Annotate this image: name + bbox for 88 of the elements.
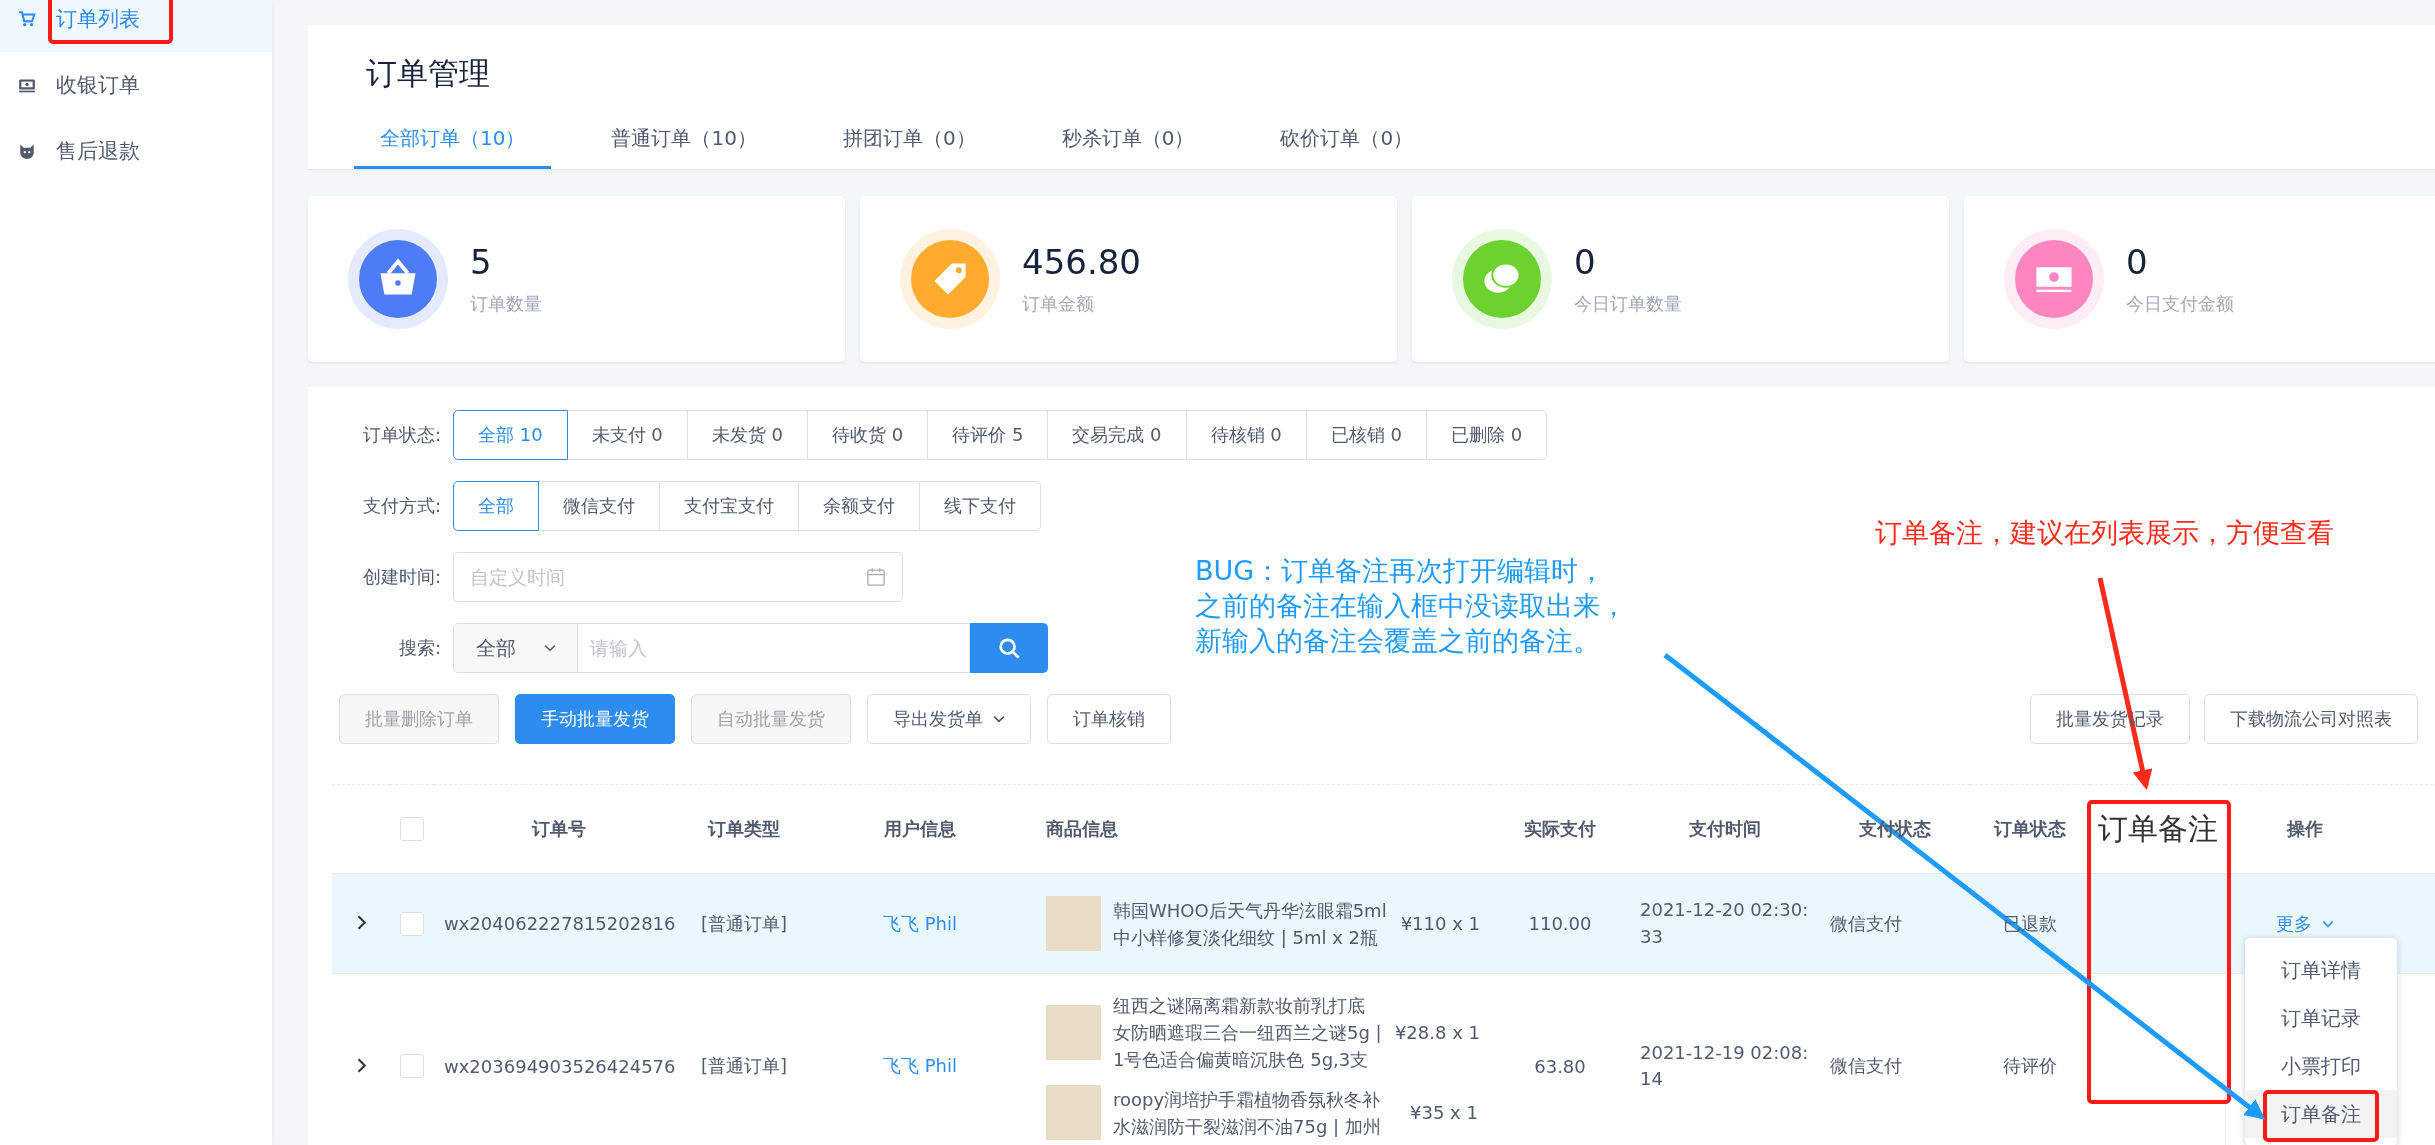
scope-select[interactable]: 全部: [453, 623, 578, 673]
stat-label: 今日支付金额: [2126, 292, 2234, 316]
order-type: [普通订单]: [700, 1055, 787, 1076]
column-header: 支付时间: [1689, 818, 1761, 839]
filter-label: 支付方式:: [361, 494, 442, 518]
order-number: wx203694903526424576: [444, 1055, 676, 1077]
status-option[interactable]: 交易完成 0: [1047, 410, 1187, 460]
payment-option[interactable]: 支付宝支付: [659, 481, 799, 531]
product-name: 韩国WHOO后天气丹华泫眼霜5ml中小样修复淡化细纹 | 5ml x 2瓶: [1113, 898, 1388, 950]
tab[interactable]: 普通订单（10）: [585, 125, 783, 169]
tab[interactable]: 秒杀订单（0）: [1035, 125, 1221, 169]
stat-label: 订单金额: [1022, 292, 1095, 316]
paid-amount: 110.00: [1528, 913, 1592, 934]
status-option[interactable]: 已删除 0: [1425, 410, 1548, 460]
pay-time: 2021-12-19 02:08:14: [1640, 1040, 1810, 1091]
order-status: 待评价: [2003, 1055, 2057, 1076]
column-header: 操作: [2287, 818, 2323, 839]
order-number: wx204062227815202816: [444, 913, 676, 934]
stat-label: 今日订单数量: [1574, 292, 1682, 316]
product-price: ¥110 x 1: [1400, 913, 1480, 934]
pay-status: 微信支付: [1830, 912, 1902, 934]
product-price: ¥35 x 1: [1410, 1102, 1478, 1123]
product-photo: [1046, 896, 1101, 951]
cart-icon: [18, 10, 36, 28]
chevron-icon[interactable]: [356, 1057, 366, 1073]
product-price: ¥28.8 x 1: [1394, 1022, 1480, 1043]
action-button[interactable]: 订单核销: [1047, 694, 1171, 744]
column-header: 用户信息: [884, 818, 956, 839]
status-option[interactable]: 已核销 0: [1305, 410, 1427, 460]
checkbox[interactable]: [400, 817, 424, 841]
annotation-text: 新输入的备注会覆盖之前的备注。: [1195, 624, 1600, 659]
column-header: 实际支付: [1524, 818, 1596, 839]
product-photo: [1046, 1085, 1101, 1140]
checkbox[interactable]: [400, 911, 424, 936]
chevron-icon[interactable]: [356, 915, 366, 930]
tab[interactable]: 拼团订单（0）: [816, 125, 1002, 169]
payment-option[interactable]: 线下支付: [919, 481, 1041, 531]
status-option[interactable]: 未发货 0: [686, 410, 808, 460]
column-header: 商品信息: [1046, 818, 1118, 839]
pay-time: 2021-12-20 02:30:33: [1640, 898, 1810, 949]
payment-option[interactable]: 微信支付: [538, 481, 660, 531]
search-icon: [998, 637, 1020, 659]
menu-item[interactable]: 订单记录: [2245, 994, 2397, 1042]
date-picker[interactable]: 自定义时间: [453, 552, 903, 602]
annotation-text: BUG：订单备注再次打开编辑时，: [1195, 554, 1606, 588]
filter-label: 订单状态:: [361, 423, 442, 447]
stat-value: 0: [2126, 242, 2149, 282]
status-option[interactable]: 待收货 0: [807, 410, 929, 460]
status-option[interactable]: 待核销 0: [1185, 410, 1307, 460]
product-name: roopy润培护手霜植物香氛秋冬补水滋润防干裂滋润不油75g | 加州: [1113, 1087, 1382, 1139]
column-header: 订单状态: [1994, 818, 2066, 839]
stat-value: 0: [1574, 242, 1597, 282]
stat-value: 5: [470, 242, 493, 282]
cat-face-icon: [18, 142, 36, 160]
order-type: [普通订单]: [700, 912, 787, 934]
filter-label: 搜索:: [397, 636, 442, 660]
filter-label: 创建时间:: [361, 565, 442, 589]
caret-icon: [993, 715, 1005, 723]
annotation-text: 订单备注，建议在列表展示，方便查看: [1875, 516, 2334, 550]
column-header: 订单号: [532, 818, 586, 839]
annotation-text: 订单备注: [2097, 810, 2218, 846]
stat-label: 订单数量: [470, 292, 542, 316]
calendar-icon: [866, 567, 886, 587]
annotation-text: 之前的备注在输入框中没读取出来，: [1195, 589, 1627, 624]
product-photo: [1046, 1005, 1101, 1060]
status-option[interactable]: 待评价 5: [927, 410, 1049, 460]
caret-icon: [2322, 919, 2335, 928]
stat-value: 456.80: [1022, 242, 1141, 282]
action-button[interactable]: 导出发货单: [867, 694, 1031, 744]
sidebar-item[interactable]: 收银订单: [0, 52, 272, 118]
paid-amount: 63.80: [1534, 1055, 1586, 1077]
page-title: 订单管理: [366, 54, 491, 93]
payment-option[interactable]: 余额支付: [798, 481, 920, 531]
caret-icon: [543, 644, 556, 652]
menu-item[interactable]: 订单详情: [2245, 946, 2397, 994]
menu-item[interactable]: 小票打印: [2245, 1042, 2397, 1090]
column-header: 订单类型: [708, 818, 780, 839]
pay-status: 微信支付: [1830, 1055, 1902, 1076]
status-option[interactable]: 未支付 0: [566, 410, 688, 460]
sidebar-item[interactable]: 售后退款: [0, 118, 272, 184]
cash-register-icon: [18, 76, 36, 94]
search-field[interactable]: 请输入: [578, 623, 970, 673]
search-button[interactable]: [970, 623, 1048, 673]
product-name: 纽西之谜隔离霜新款妆前乳打底女防晒遮瑕三合一纽西兰之谜5g | 1号色适合偏黄暗沉肤色 5g,3支: [1113, 994, 1383, 1072]
payment-option[interactable]: 全部: [453, 481, 539, 531]
tab[interactable]: 砍价订单（0）: [1254, 125, 1440, 169]
action-button[interactable]: 下载物流公司对照表: [2204, 694, 2418, 744]
checkbox[interactable]: [400, 1054, 424, 1078]
